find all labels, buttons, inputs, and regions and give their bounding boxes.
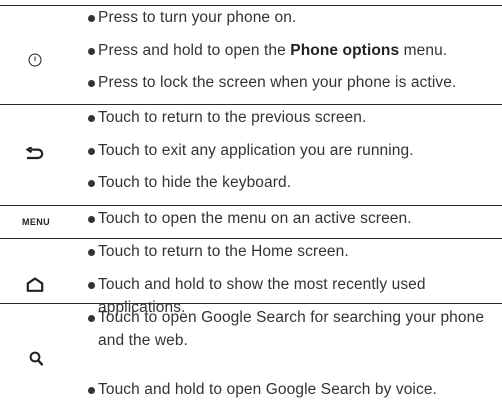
back-icon <box>24 145 46 163</box>
search-icon <box>27 349 45 367</box>
bullet-text: Press and hold to open the Phone options… <box>98 42 448 59</box>
bullet-text: Press to turn your phone on. <box>98 9 297 26</box>
row-divider <box>0 205 502 206</box>
bullet-text: Touch to open Google Search for searchin… <box>98 309 485 326</box>
bullet-text: Press to lock the screen when your phone… <box>98 74 457 91</box>
row-divider <box>0 104 502 105</box>
bullet <box>88 148 95 155</box>
bullet-text: Touch to return to the previous screen. <box>98 109 367 126</box>
bullet-text: Touch and hold to show the most recently… <box>98 276 426 293</box>
row-divider <box>0 303 502 304</box>
home-icon <box>25 275 45 293</box>
bullet <box>88 80 95 87</box>
bullet <box>88 282 95 289</box>
bullet <box>88 249 95 256</box>
bullet-text: Touch to exit any application you are ru… <box>98 142 414 159</box>
bullet-text: Touch and hold to open Google Search by … <box>98 381 437 398</box>
power-icon <box>27 52 43 68</box>
bullet <box>88 216 95 223</box>
row-divider <box>0 5 502 6</box>
phone-options-emphasis: Phone options <box>290 42 400 59</box>
button-reference-table: Press to turn your phone on. Press and h… <box>0 0 502 412</box>
bullet-text: Touch to return to the Home screen. <box>98 243 349 260</box>
row-divider <box>0 238 502 239</box>
bullet-text: Touch to hide the keyboard. <box>98 174 292 191</box>
menu-icon: MENU <box>21 217 51 227</box>
bullet <box>88 15 95 22</box>
bullet-text: Touch to open the menu on an active scre… <box>98 210 412 227</box>
bullet <box>88 48 95 55</box>
bullet <box>88 315 95 322</box>
bullet <box>88 180 95 187</box>
bullet <box>88 115 95 122</box>
bullet-text-continuation: and the web. <box>98 332 188 349</box>
bullet <box>88 387 95 394</box>
